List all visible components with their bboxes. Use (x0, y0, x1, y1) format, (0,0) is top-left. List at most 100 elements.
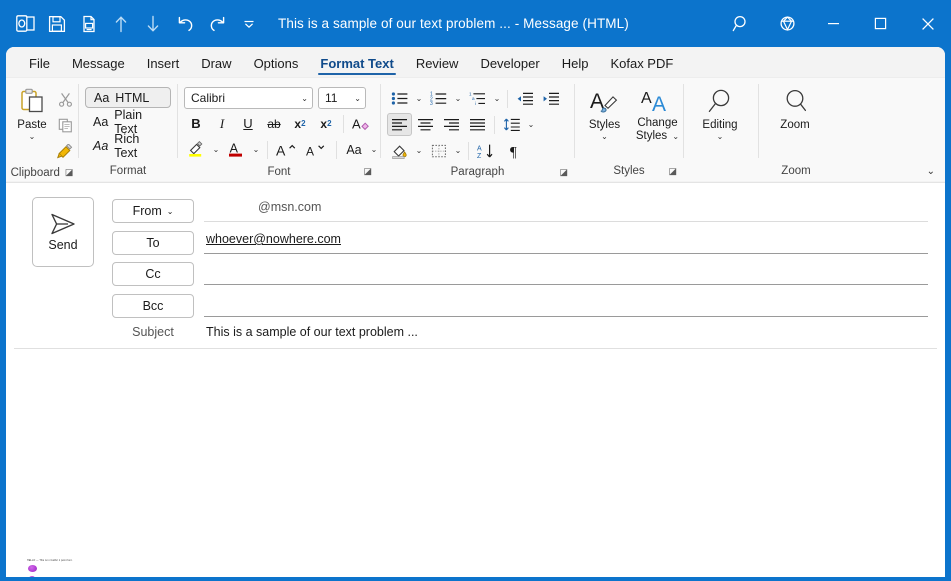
collapse-ribbon-chevron-icon[interactable]: ⌄ (927, 166, 935, 177)
line-spacing-chevron-down-icon[interactable]: ⌄ (525, 113, 537, 136)
justify-button[interactable] (465, 113, 490, 136)
change-case-button[interactable]: Aa (342, 138, 366, 161)
shading-chevron-down-icon[interactable]: ⌄ (413, 139, 425, 162)
close-button[interactable] (904, 0, 951, 47)
bold-button[interactable]: B (184, 112, 208, 135)
header-body-separator (14, 348, 937, 349)
numbering-button[interactable]: 1 2 3 (426, 87, 451, 110)
font-name-input[interactable]: Calibri ⌄ (184, 87, 313, 109)
styles-button[interactable]: A Styles ⌄ (577, 83, 632, 141)
tab-file[interactable]: File (18, 53, 61, 77)
cut-button[interactable] (52, 87, 78, 111)
sort-button[interactable]: A Z (473, 139, 501, 162)
decrease-indent-button[interactable] (512, 87, 537, 110)
customize-quick-access-icon[interactable] (234, 9, 264, 39)
svg-text:Z: Z (477, 153, 482, 159)
format-html-label: HTML (115, 91, 149, 105)
ribbon-tabs: File Message Insert Draw Options Format … (6, 47, 945, 77)
print-icon[interactable] (74, 9, 104, 39)
text-highlight-color-button[interactable] (184, 138, 208, 161)
center-button[interactable] (413, 113, 438, 136)
from-button[interactable]: From ⌄ (112, 199, 194, 223)
grow-font-button[interactable]: A (273, 138, 301, 161)
cc-button[interactable]: Cc (112, 262, 194, 286)
paste-button[interactable]: Paste ⌄ (12, 83, 52, 141)
microsoft365-diamond-icon[interactable] (764, 0, 810, 47)
tab-message[interactable]: Message (61, 53, 136, 77)
paragraph-row3-divider (468, 142, 469, 160)
minimize-button[interactable] (810, 0, 857, 47)
tab-insert[interactable]: Insert (136, 53, 191, 77)
align-left-button[interactable] (387, 113, 412, 136)
to-button[interactable]: To (112, 231, 194, 255)
send-button[interactable]: Send (32, 197, 94, 267)
paragraph-dialog-launcher-icon[interactable]: ◪ (559, 167, 568, 178)
to-value[interactable]: whoever@nowhere.com (206, 232, 341, 246)
font-color-button[interactable]: A (224, 138, 248, 161)
title-bar-controls (718, 0, 951, 47)
paste-chevron-down-icon[interactable]: ⌄ (29, 133, 36, 141)
copy-button[interactable] (52, 113, 78, 137)
styles-chevron-down-icon[interactable]: ⌄ (601, 133, 608, 141)
clear-formatting-button[interactable]: A (349, 112, 373, 135)
font-name-chevron-down-icon[interactable]: ⌄ (301, 94, 308, 103)
bcc-button[interactable]: Bcc (112, 294, 194, 318)
tab-kofax-pdf[interactable]: Kofax PDF (599, 53, 684, 77)
font-size-input[interactable]: 11 ⌄ (318, 87, 366, 109)
shading-button[interactable] (387, 139, 412, 162)
format-rich-text-option[interactable]: Aa Rich Text (85, 135, 171, 156)
show-formatting-marks-button[interactable]: ¶ (502, 139, 527, 162)
zoom-button[interactable]: Zoom (767, 83, 823, 132)
multilevel-list-button[interactable]: 1 a i (465, 87, 490, 110)
multilevel-chevron-down-icon[interactable]: ⌄ (491, 87, 503, 110)
change-styles-chevron-down-icon[interactable]: ⌄ (672, 132, 679, 141)
from-chevron-down-icon[interactable]: ⌄ (167, 207, 174, 216)
bullets-button[interactable] (387, 87, 412, 110)
highlight-chevron-down-icon[interactable]: ⌄ (210, 138, 222, 161)
tab-options[interactable]: Options (243, 53, 310, 77)
bullets-chevron-down-icon[interactable]: ⌄ (413, 87, 425, 110)
ribbon-group-editing: Editing ⌄ (684, 78, 758, 182)
numbering-chevron-down-icon[interactable]: ⌄ (452, 87, 464, 110)
tab-review[interactable]: Review (405, 53, 470, 77)
styles-dialog-launcher-icon[interactable]: ◪ (668, 166, 677, 177)
italic-button[interactable]: I (210, 112, 234, 135)
editing-button[interactable]: Editing ⌄ (692, 83, 748, 141)
search-icon[interactable] (718, 0, 764, 47)
undo-icon[interactable] (170, 9, 200, 39)
borders-button[interactable] (426, 139, 451, 162)
superscript-button[interactable]: x2 (314, 112, 338, 135)
line-spacing-button[interactable] (499, 113, 524, 136)
align-right-button[interactable] (439, 113, 464, 136)
strikethrough-button[interactable]: ab (262, 112, 286, 135)
change-styles-button[interactable]: A A Change Styles ⌄ (632, 83, 683, 143)
font-size-chevron-down-icon[interactable]: ⌄ (354, 94, 361, 103)
tab-format-text[interactable]: Format Text (309, 53, 404, 77)
format-painter-button[interactable] (52, 139, 78, 163)
shrink-font-button[interactable]: A (303, 138, 331, 161)
clipboard-dialog-launcher-icon[interactable]: ◪ (65, 167, 74, 178)
paragraph-row-3: ⌄ ⌄ A (387, 139, 563, 162)
previous-item-icon[interactable] (106, 9, 136, 39)
font-dialog-launcher-icon[interactable]: ◪ (363, 166, 372, 177)
subscript-button[interactable]: x2 (288, 112, 312, 135)
change-case-chevron-down-icon[interactable]: ⌄ (368, 138, 380, 161)
font-color-chevron-down-icon[interactable]: ⌄ (250, 138, 262, 161)
editing-chevron-down-icon[interactable]: ⌄ (717, 133, 724, 141)
format-html-option[interactable]: Aa HTML (85, 87, 171, 108)
svg-text:A: A (652, 93, 666, 115)
to-label: To (146, 236, 159, 250)
underline-button[interactable]: U (236, 112, 260, 135)
save-icon[interactable] (42, 9, 72, 39)
borders-chevron-down-icon[interactable]: ⌄ (452, 139, 464, 162)
next-item-icon[interactable] (138, 9, 168, 39)
tab-developer[interactable]: Developer (469, 53, 550, 77)
increase-indent-button[interactable] (538, 87, 563, 110)
maximize-button[interactable] (857, 0, 904, 47)
redo-icon[interactable] (202, 9, 232, 39)
format-plain-text-option[interactable]: Aa Plain Text (85, 111, 171, 132)
tab-help[interactable]: Help (551, 53, 600, 77)
subject-value[interactable]: This is a sample of our text problem ... (206, 325, 418, 339)
outlook-icon[interactable] (10, 9, 40, 39)
tab-draw[interactable]: Draw (190, 53, 242, 77)
